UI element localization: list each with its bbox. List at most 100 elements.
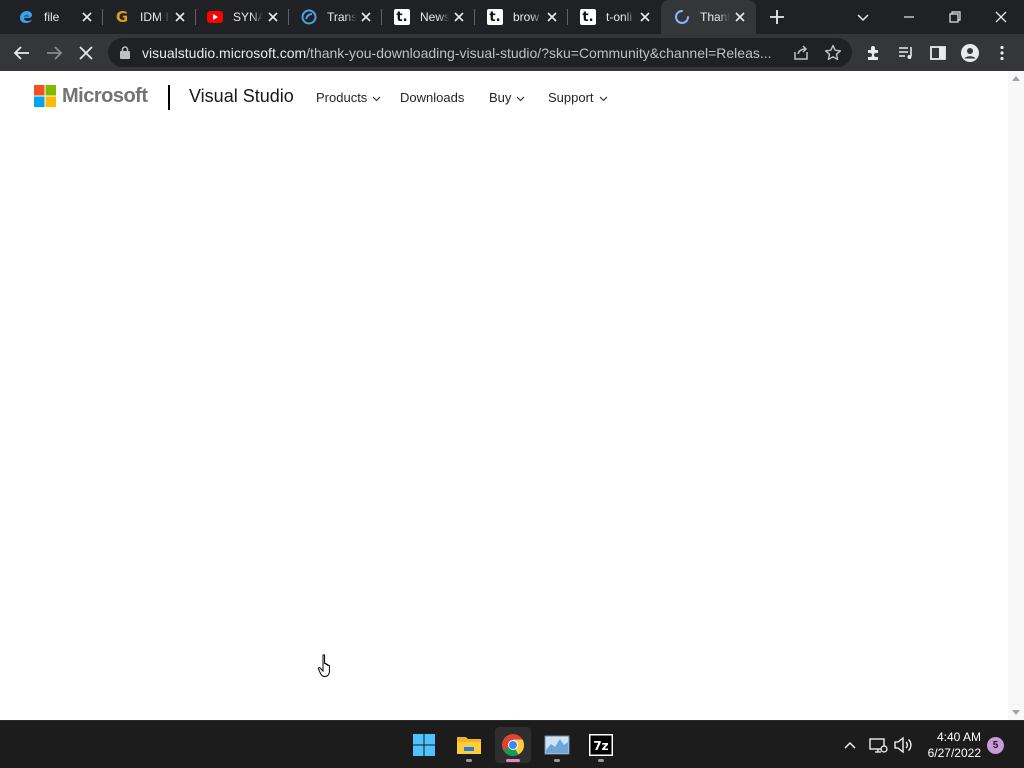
chevron-down-icon	[599, 96, 607, 102]
svg-text:7z: 7z	[593, 739, 608, 753]
close-tab-icon[interactable]	[172, 9, 188, 25]
visual-studio-home-link[interactable]: Visual Studio	[189, 86, 294, 107]
taskbar-resource-monitor[interactable]	[539, 727, 575, 763]
stop-loading-button[interactable]	[75, 42, 97, 64]
playlist-icon	[899, 47, 912, 59]
clock-date: 6/27/2022	[927, 746, 981, 760]
tab-strip: file G IDM I SYNA Trans t. News t. brow	[0, 0, 1024, 34]
menu-button[interactable]	[991, 42, 1013, 64]
taskbar-7zip[interactable]: 7z	[583, 727, 619, 763]
web-page: Microsoft Visual Studio Products Downloa…	[0, 71, 1024, 720]
running-indicator	[598, 759, 604, 762]
side-panel-button[interactable]	[927, 42, 949, 64]
chevron-down-icon	[517, 96, 525, 102]
nav-buy[interactable]: Buy	[489, 90, 525, 105]
microsoft-logo-icon[interactable]	[34, 85, 56, 107]
nav-products-label: Products	[316, 90, 368, 105]
close-tab-icon[interactable]	[451, 9, 467, 25]
profile-button[interactable]	[959, 42, 981, 64]
new-tab-plus-icon[interactable]	[767, 8, 787, 26]
resource-monitor-icon	[544, 735, 570, 755]
tab-thank-you-active[interactable]: Thank	[661, 0, 756, 34]
tab-news[interactable]: t. News	[382, 0, 475, 34]
minimize-icon[interactable]	[898, 6, 920, 28]
nav-products[interactable]: Products	[316, 90, 381, 105]
close-tab-icon[interactable]	[732, 9, 748, 25]
nav-support[interactable]: Support	[548, 90, 608, 105]
windows-start-icon	[413, 734, 435, 756]
profile-avatar-icon	[961, 44, 979, 62]
show-hidden-icons-chevron-icon[interactable]	[840, 735, 860, 755]
tab-title: brow	[513, 10, 540, 24]
network-icon[interactable]	[868, 735, 888, 755]
lock-icon[interactable]	[119, 46, 131, 59]
restore-icon[interactable]	[944, 6, 966, 28]
forward-button[interactable]	[43, 42, 65, 64]
tab-title: SYNA	[233, 10, 263, 24]
extensions-button[interactable]	[863, 42, 885, 64]
taskbar-file-explorer[interactable]	[451, 727, 487, 763]
chrome-icon	[502, 734, 524, 756]
page-scrollbar[interactable]	[1008, 71, 1024, 720]
back-button[interactable]	[11, 42, 33, 64]
edge-icon	[18, 9, 34, 25]
tab-title: Thank	[700, 10, 730, 24]
close-tab-icon[interactable]	[544, 9, 560, 25]
url-path: /thank-you-downloading-visual-studio/?sk…	[306, 45, 772, 61]
tab-title: IDM I	[140, 10, 169, 24]
t-online-icon: t.	[580, 9, 596, 25]
running-indicator	[466, 759, 472, 762]
nav-downloads[interactable]: Downloads	[400, 90, 464, 105]
nav-support-label: Support	[548, 90, 594, 105]
translate-icon	[301, 9, 317, 25]
media-control-button[interactable]	[895, 42, 917, 64]
tab-title: file	[44, 10, 60, 24]
file-explorer-icon	[457, 737, 481, 754]
close-tab-icon[interactable]	[358, 9, 374, 25]
puzzle-icon	[868, 46, 878, 60]
share-icon[interactable]	[792, 44, 810, 62]
tab-browser[interactable]: t. brow	[475, 0, 568, 34]
tab-youtube[interactable]: SYNA	[196, 0, 289, 34]
microsoft-brand-text[interactable]: Microsoft	[62, 85, 148, 108]
tab-t-online[interactable]: t. t-onli	[568, 0, 661, 34]
bookmark-star-icon[interactable]	[824, 44, 842, 62]
url-text[interactable]: visualstudio.microsoft.com/thank-you-dow…	[142, 45, 782, 61]
back-arrow-icon	[13, 46, 29, 60]
close-window-icon[interactable]	[990, 6, 1012, 28]
tab-search-chevron-icon[interactable]	[852, 6, 874, 28]
close-tab-icon[interactable]	[637, 9, 653, 25]
loading-spinner-icon	[674, 9, 690, 25]
address-bar[interactable]: visualstudio.microsoft.com/thank-you-dow…	[108, 38, 852, 67]
tab-file[interactable]: file	[0, 0, 103, 34]
scroll-up-arrow-icon[interactable]	[1012, 75, 1020, 81]
tab-title: Trans	[327, 10, 357, 24]
scroll-down-arrow-icon[interactable]	[1012, 710, 1020, 716]
t-online-icon: t.	[487, 9, 503, 25]
forward-arrow-icon	[47, 46, 63, 60]
tab-title: t-onli	[606, 10, 633, 24]
running-indicator	[554, 759, 560, 762]
nav-downloads-label: Downloads	[400, 90, 465, 105]
tab-title: News	[420, 10, 450, 24]
start-button[interactable]	[406, 727, 442, 763]
system-clock[interactable]: 4:40 AM 6/27/2022	[928, 729, 981, 761]
hand-pointer-cursor-icon	[317, 654, 330, 677]
g-icon: G	[115, 8, 129, 26]
taskbar-chrome[interactable]	[495, 727, 531, 763]
windows-taskbar: 7z 4:40 AM 6/27/2022 5	[0, 720, 1024, 768]
side-panel-icon	[930, 46, 946, 60]
volume-icon[interactable]	[893, 735, 913, 755]
three-dots-menu-icon	[1000, 45, 1004, 61]
browser-toolbar: visualstudio.microsoft.com/thank-you-dow…	[0, 34, 1024, 71]
nav-buy-label: Buy	[489, 90, 512, 105]
brand-divider	[168, 85, 170, 110]
close-tab-icon[interactable]	[265, 9, 281, 25]
chevron-down-icon	[372, 96, 381, 102]
close-tab-icon[interactable]	[79, 9, 95, 25]
tab-translate[interactable]: Trans	[289, 0, 382, 34]
notification-badge[interactable]: 5	[987, 737, 1004, 754]
active-indicator	[506, 759, 520, 762]
tab-idm[interactable]: G IDM I	[103, 0, 196, 34]
7zip-icon: 7z	[589, 734, 613, 756]
